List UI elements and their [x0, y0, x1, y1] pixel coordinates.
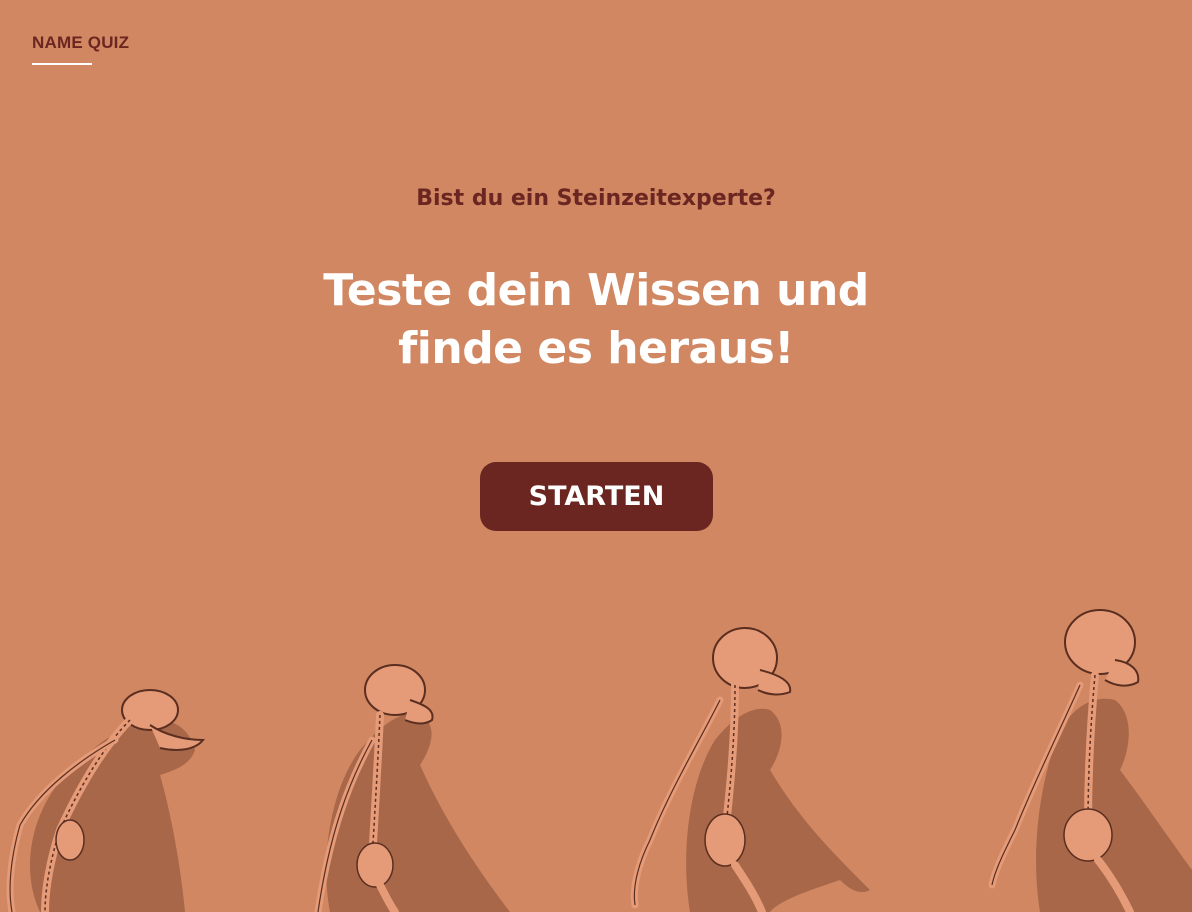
australopithecus-skeleton-figure	[314, 664, 510, 912]
quiz-name-link[interactable]: NAME QUIZ	[32, 33, 129, 53]
homo-sapiens-skeleton-figure	[988, 609, 1192, 912]
headline-line-2: finde es heraus!	[398, 323, 794, 374]
brand-underline	[32, 63, 92, 65]
evolution-illustration	[0, 590, 1192, 912]
quiz-subtitle: Bist du ein Steinzeitexperte?	[416, 186, 776, 211]
quiz-headline: Teste dein Wissen und finde es heraus!	[0, 262, 1192, 378]
ape-skeleton-figure	[6, 689, 206, 912]
homo-erectus-skeleton-figure	[630, 627, 870, 912]
start-button[interactable]: STARTEN	[480, 462, 713, 531]
headline-line-1: Teste dein Wissen und	[323, 265, 869, 316]
